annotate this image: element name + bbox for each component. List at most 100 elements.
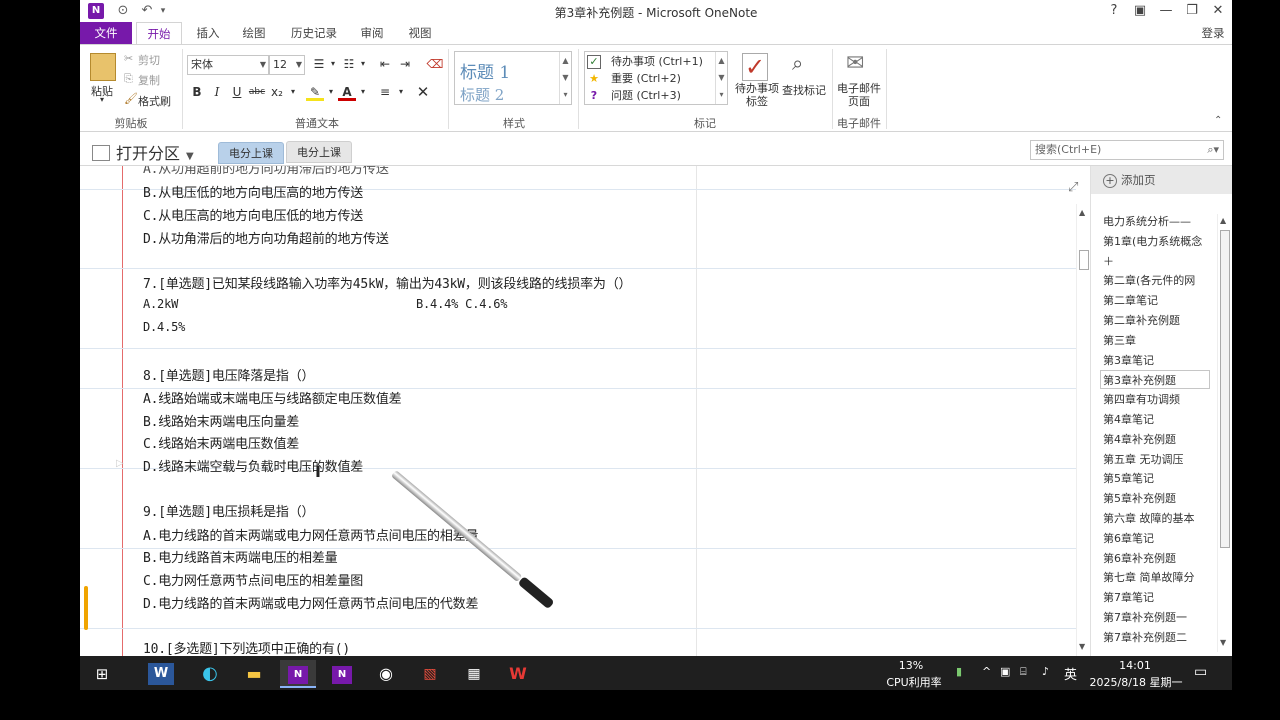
style-heading-2[interactable]: 标题 2 [460,84,504,105]
tags-gallery[interactable]: ✓ 待办事项 (Ctrl+1) ★ 重要 (Ctrl+2) ? 问题 (Ctrl+3)… [584,51,728,105]
restore-button[interactable]: ❐ [1180,2,1204,20]
page-list-item[interactable]: 电力系统分析—— [1103,212,1215,231]
clock-date[interactable]: 2025/8/18 星期一 [1084,674,1188,690]
font-size-select[interactable]: 12 ▼ [269,55,305,75]
note-line[interactable]: 10.[多选题]下列选项中正确的有() [143,638,350,656]
note-line[interactable]: D.4.5% [143,320,185,334]
note-line[interactable]: A.电力线路的首末两端或电力网任意两节点间电压的相差量 [143,525,478,544]
note-line[interactable]: 8.[单选题]电压降落是指（） [143,365,315,384]
chevron-up-icon[interactable]: ^ [982,665,991,678]
edge-icon[interactable]: ◐ [192,660,228,688]
note-line[interactable]: C.从电压高的地方向电压低的地方传送 [143,205,363,224]
page-list-item[interactable]: 第4章补充例题 [1103,430,1215,449]
note-line[interactable]: B.电力线路首末两端电压的相差量 [143,547,338,566]
scroll-thumb[interactable] [1220,230,1230,548]
note-line[interactable]: B.从电压低的地方向电压高的地方传送 [143,182,363,201]
note-line[interactable]: D.线路末端空载与负载时电压的数值差 [143,456,363,475]
email-page-button[interactable]: 电子邮件页面 [836,82,882,108]
cut-button[interactable]: 剪切 [138,52,160,68]
word-icon[interactable]: W [148,663,174,685]
clear-formatting-icon[interactable]: ⌫ [426,55,444,73]
page-list-item[interactable]: 第7章补充例题一 [1103,608,1215,627]
decrease-indent-icon[interactable]: ⇤ [376,55,394,73]
network-icon[interactable]: ⌸ [1020,665,1027,679]
battery-icon[interactable]: ▮ [956,665,962,678]
scroll-thumb[interactable] [1079,250,1089,270]
page-list-item[interactable]: 第6章补充例题 [1103,549,1215,568]
notification-icon[interactable]: ▭ [1194,664,1207,680]
tab-draw[interactable]: 绘图 [236,22,272,44]
page-list-item[interactable]: 第二章笔记 [1103,291,1215,310]
chevron-down-icon[interactable]: ▾ [284,83,302,101]
note-line[interactable]: 9.[单选题]电压损耗是指（） [143,501,315,520]
collapse-ribbon-icon[interactable]: ⌃ [1214,115,1222,126]
font-select[interactable]: 宋体 ▼ [187,55,269,75]
format-painter-button[interactable]: 格式刷 [138,93,171,109]
scroll-up-icon[interactable]: ▲ [1079,208,1085,217]
page-list-item[interactable]: 第7章补充例题二 [1103,628,1215,647]
scroll-down-icon[interactable]: ▼ [1079,642,1085,651]
section-tab-2[interactable]: 电分上课 [286,141,352,163]
search-input[interactable]: 搜索(Ctrl+E) ⌕▾ [1030,140,1224,160]
gallery-scroll-icon[interactable]: ▲ ▼ ▾ [559,52,571,104]
scroll-up-icon[interactable]: ▲ [1220,216,1226,225]
onenote-taskbar-icon[interactable]: N [280,660,316,688]
todo-checkbox-icon[interactable]: ✓ [742,53,768,81]
page-list-item[interactable]: ＋ [1103,252,1215,271]
close-button[interactable]: ✕ [1206,2,1230,20]
cut-icon[interactable]: ✂ [124,52,133,65]
page-list-item[interactable]: 第五章 无功调压 [1103,450,1215,469]
login-link[interactable]: 登录 [1198,22,1228,44]
chevron-down-icon[interactable]: ▾ [392,83,410,101]
note-line[interactable]: B.4.4% C.4.6% [416,297,508,311]
style-heading-1[interactable]: 标题 1 [460,58,510,83]
page-list-item[interactable]: 第七章 简单故障分 [1103,568,1215,587]
tray-icon[interactable]: ▣ [1000,665,1010,678]
pages-scrollbar[interactable]: ▲ ▼ [1217,214,1231,652]
obs-icon[interactable]: ◉ [368,660,404,688]
note-line[interactable]: A.2kW [143,297,178,311]
ime-indicator[interactable]: 英 [1064,664,1077,683]
volume-icon[interactable]: ♪ [1042,665,1049,678]
paste-dropdown-icon[interactable]: ▾ [100,95,104,104]
tab-home[interactable]: 开始 [136,22,182,44]
page-list-item[interactable]: 第六章 故障的基本 [1103,509,1215,528]
page-list-item[interactable]: 第二章(各元件的网 [1103,271,1215,290]
todo-tag-button[interactable]: 待办事项标签 [732,82,782,108]
strikethrough-icon[interactable]: abc [248,83,266,101]
email-icon[interactable]: ✉ [846,51,864,76]
drawing-app-icon[interactable]: ▧ [412,660,448,688]
page-list-item[interactable]: 第四章有功调频 [1103,390,1215,409]
page-list-item[interactable]: 第4章笔记 [1103,410,1215,429]
note-line[interactable]: A.线路始端或末端电压与线路额定电压数值差 [143,388,402,407]
styles-gallery[interactable]: 标题 1 标题 2 ▲ ▼ ▾ [454,51,572,105]
tab-review[interactable]: 审阅 [354,22,390,44]
tag-todo[interactable]: ✓ 待办事项 (Ctrl+1) [587,53,703,70]
note-line[interactable]: D.从功角滞后的地方向功角超前的地方传送 [143,228,389,247]
note-line[interactable]: C.线路始末两端电压数值差 [143,433,299,452]
copy-button[interactable]: 复制 [138,72,160,88]
delete-icon[interactable]: ✕ [414,83,432,101]
tab-history[interactable]: 历史记录 [284,22,344,44]
page-list-item[interactable]: 第3章补充例题 [1100,370,1210,390]
page-list-item[interactable]: 第6章笔记 [1103,529,1215,548]
note-line[interactable]: 7.[单选题]已知某段线路输入功率为45kW，输出为43kW，则该段线路的线损率… [143,273,632,292]
scroll-down-icon[interactable]: ▼ [1220,638,1226,647]
vertical-scrollbar[interactable]: ▲ ▼ [1076,204,1090,656]
wps-icon[interactable]: W [500,660,536,688]
find-tags-icon[interactable]: ⌕ [792,51,803,75]
gallery-scroll-icon[interactable]: ▲ ▼ ▾ [715,52,727,104]
tab-file[interactable]: 文件 [80,22,132,44]
calculator-icon[interactable]: ▦ [456,660,492,688]
tag-question[interactable]: ? 问题 (Ctrl+3) [587,87,681,104]
section-tab-1[interactable]: 电分上课 [218,142,284,164]
paste-icon[interactable] [90,53,116,81]
note-line[interactable]: C.电力网任意两节点间电压的相差量图 [143,570,363,589]
windows-start-icon[interactable]: ⊞ [84,660,120,688]
add-page-button[interactable]: + 添加页 [1091,166,1232,194]
chevron-down-icon[interactable]: ▾ [354,55,372,73]
page-list-item[interactable]: 第1章(电力系统概念 [1103,232,1215,251]
chevron-down-icon[interactable]: ▾ [354,83,372,101]
onenote-2016-icon[interactable]: N [324,660,360,688]
help-button[interactable]: ? [1102,2,1126,20]
